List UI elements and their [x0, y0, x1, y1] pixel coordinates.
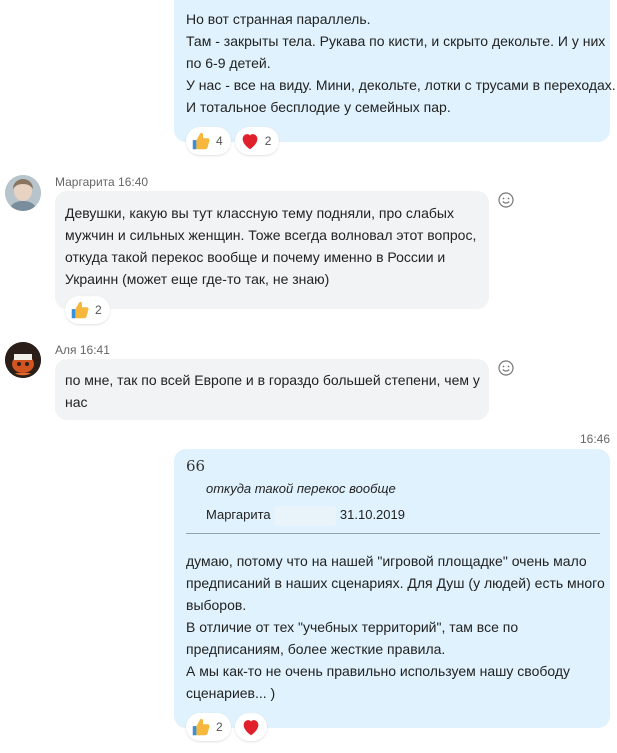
quote-date: 31.10.2019 [339, 507, 405, 522]
sender-name: Аля [55, 343, 77, 357]
sender-line: Маргарита 16:40 [55, 175, 148, 189]
message-text: по мне, так по всей Европе и в гораздо б… [65, 369, 480, 413]
message-line: И тотальное бесплодие у семейных пар. [186, 99, 451, 115]
message-line: по 6-9 детей. [186, 55, 271, 71]
reaction-count: 2 [216, 720, 223, 734]
message-line: Девушки, какую вы тут классную тему подн… [65, 205, 454, 221]
reaction-heart[interactable] [234, 713, 267, 741]
add-reaction-icon[interactable] [497, 359, 515, 377]
reaction-bar: 2 [186, 713, 267, 741]
message-line: А мы как-то не очень правильно используе… [186, 663, 571, 679]
reaction-count: 2 [95, 303, 102, 317]
message-time: 16:41 [79, 343, 110, 357]
message-line: Там - закрыты тела. Рукава по кисти, и с… [186, 33, 606, 49]
quote-author: Маргарита [206, 507, 271, 522]
message-line: В отличие от тех "учебных территорий", т… [186, 619, 519, 635]
message-line: выборов. [186, 597, 247, 613]
sender-name: Маргарита [55, 175, 115, 189]
message-bubble-incoming[interactable]: по мне, так по всей Европе и в гораздо б… [55, 359, 489, 420]
message-line: У нас - все на виду. Мини, декольте, лот… [186, 77, 616, 93]
message-text: Девушки, какую вы тут классную тему подн… [65, 202, 476, 290]
avatar-image [5, 175, 41, 211]
message-line: по мне, так по всей Европе и в гораздо б… [65, 372, 480, 388]
reaction-heart[interactable]: 2 [234, 127, 280, 155]
reaction-bar: 4 2 [186, 127, 280, 155]
thumbs-up-icon [190, 716, 212, 738]
message-line: предписаниям, более жесткие правила. [186, 641, 446, 657]
thumbs-up-icon [69, 299, 91, 321]
add-reaction-icon[interactable] [497, 191, 515, 209]
reaction-thumbs-up[interactable]: 2 [186, 713, 231, 741]
message-line: предписаний в наших сценариях. Для Душ (… [186, 575, 605, 591]
message-line: мужчин и сильных женщин. Тоже всегда вол… [65, 227, 477, 243]
avatar-alya[interactable] [5, 342, 41, 378]
sender-line: Аля 16:41 [55, 343, 110, 357]
reaction-bar: 2 [65, 296, 110, 324]
message-bubble-incoming[interactable]: Девушки, какую вы тут классную тему подн… [55, 191, 489, 309]
message-bubble-outgoing[interactable]: Но вот странная параллель. Там - закрыты… [174, 0, 616, 142]
message-line: откуда такой перекос вообще и почему име… [65, 249, 446, 265]
thumbs-up-icon [190, 130, 212, 152]
message-line: нас [65, 394, 88, 410]
heart-icon [240, 716, 262, 738]
message-line: Но вот странная параллель. [186, 11, 371, 27]
message-time: 16:40 [118, 175, 149, 189]
message-text: Но вот странная параллель. Там - закрыты… [186, 8, 616, 118]
heart-icon [239, 130, 261, 152]
reaction-thumbs-up[interactable]: 2 [65, 296, 110, 324]
message-line: думаю, потому что на нашей "игровой площ… [186, 553, 587, 569]
message-bubble-outgoing[interactable]: 66 откуда такой перекос вообще Маргарита… [174, 449, 610, 728]
redacted-block [274, 505, 337, 526]
avatar-image [5, 342, 41, 378]
quote-icon: 66 [186, 457, 206, 475]
quote-divider [186, 533, 600, 534]
message-line: сценариев... ) [186, 685, 276, 701]
message-line: Украинн (может еще где-то так, не знаю) [65, 271, 330, 287]
message-text: думаю, потому что на нашей "игровой площ… [186, 550, 605, 704]
quote-attribution: Маргарита 31.10.2019 [206, 504, 405, 526]
quote-text: откуда такой перекос вообще [206, 481, 396, 496]
reaction-count: 4 [216, 134, 223, 148]
reaction-thumbs-up[interactable]: 4 [186, 127, 231, 155]
message-time: 16:46 [580, 432, 611, 446]
avatar-margarita[interactable] [5, 175, 41, 211]
reaction-count: 2 [264, 134, 272, 148]
